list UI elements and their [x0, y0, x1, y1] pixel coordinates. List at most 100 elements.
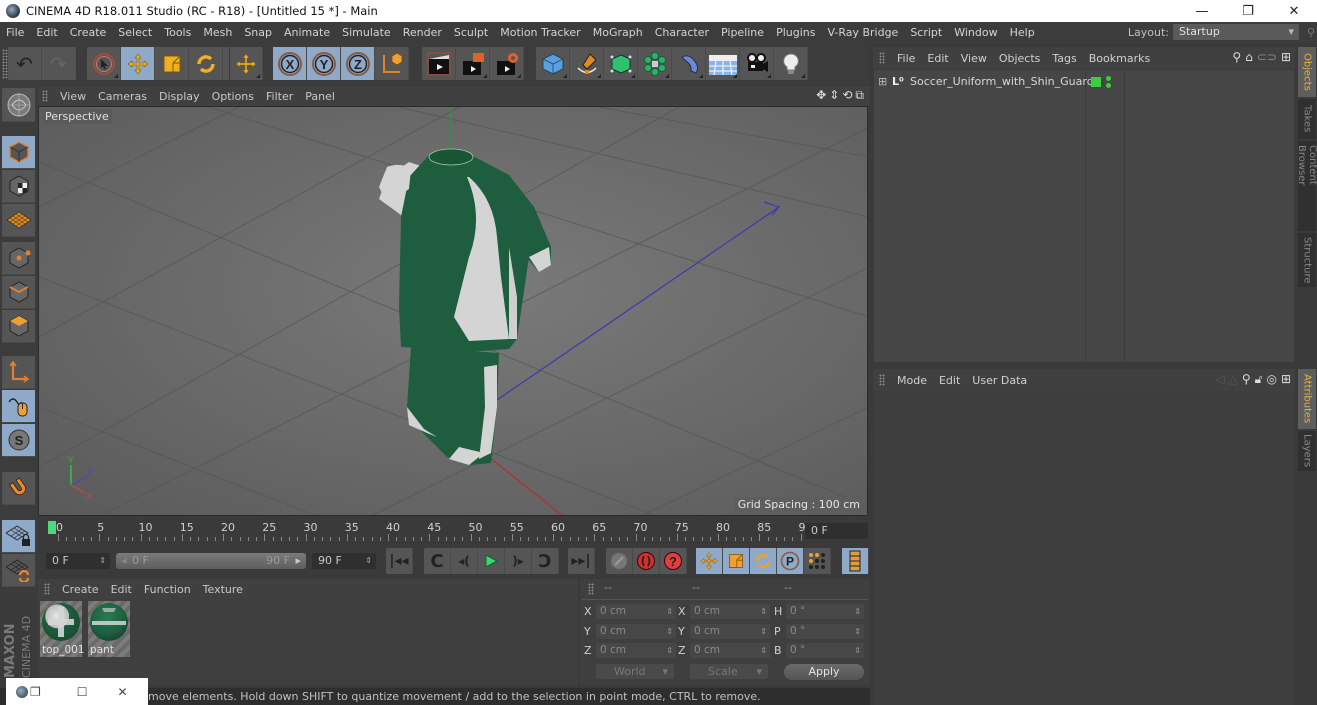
previous-frame-icon[interactable]: ◂(: [451, 548, 478, 574]
coordinate-system-icon[interactable]: [375, 47, 409, 80]
autokeying-icon[interactable]: [633, 548, 660, 574]
light-icon[interactable]: [774, 47, 808, 80]
object-menu-edit[interactable]: Edit: [921, 52, 954, 65]
record-active-objects-icon[interactable]: [606, 548, 633, 574]
menu-file[interactable]: File: [0, 26, 30, 39]
undo-icon[interactable]: ↶: [8, 47, 42, 80]
menu-tools[interactable]: Tools: [158, 26, 197, 39]
render-picture-viewer-icon[interactable]: [456, 47, 490, 80]
minimize-button[interactable]: —: [1179, 0, 1225, 22]
size-z-field[interactable]: 0 cm ⇕: [690, 643, 770, 658]
timeline-ruler[interactable]: 051015202530354045505560657075808590 0 F: [38, 517, 870, 545]
object-menu-file[interactable]: File: [891, 52, 921, 65]
make-editable-icon[interactable]: [2, 88, 35, 122]
go-to-start-icon[interactable]: |◂◂: [386, 548, 413, 574]
object-menu-objects[interactable]: Objects: [993, 52, 1047, 65]
timeline-scheme-icon[interactable]: [842, 548, 869, 574]
live-selection-icon[interactable]: [87, 47, 121, 80]
material-grip[interactable]: [44, 583, 50, 595]
model-mode-icon[interactable]: [2, 136, 35, 169]
target-icon[interactable]: ◎: [1266, 372, 1276, 387]
rotation-b-field[interactable]: 0 ° ⇕: [786, 643, 864, 658]
link-icon[interactable]: ⊂⊃: [1257, 50, 1277, 64]
viewport-menu-options[interactable]: Options: [206, 90, 260, 103]
search-icon[interactable]: ⚲: [1242, 372, 1251, 387]
tab-structure[interactable]: Structure: [1298, 233, 1316, 287]
tab-objects[interactable]: Objects: [1298, 47, 1316, 97]
attribute-menu-mode[interactable]: Mode: [891, 374, 933, 387]
preview-range-slider[interactable]: ◂ 0 F 90 F ▸: [116, 553, 306, 569]
home-icon[interactable]: ⌂: [1245, 50, 1253, 64]
redo-icon[interactable]: ↷: [42, 47, 76, 80]
3d-viewport[interactable]: Y Z X Perspective Grid Spacing : 100 cm: [38, 106, 868, 516]
y-axis-icon[interactable]: Y: [307, 47, 341, 80]
material-menu-function[interactable]: Function: [138, 583, 197, 596]
new-panel-icon[interactable]: ⊞: [1281, 50, 1291, 64]
size-mode-dropdown[interactable]: Scale: [690, 664, 768, 679]
record-position-icon[interactable]: [696, 548, 723, 574]
attribute-manager-grip[interactable]: [879, 374, 885, 386]
close-button[interactable]: ✕: [1271, 0, 1317, 22]
range-right-arrow-icon[interactable]: ▸: [295, 553, 301, 569]
menu-simulate[interactable]: Simulate: [336, 26, 397, 39]
viewport-grip[interactable]: [42, 90, 48, 102]
planar-workplane-icon[interactable]: [2, 554, 35, 587]
rotate-view-icon[interactable]: ⟲: [842, 88, 852, 103]
attribute-menu-user-data[interactable]: User Data: [966, 374, 1033, 387]
object-menu-tags[interactable]: Tags: [1046, 52, 1082, 65]
expand-icon[interactable]: ⊞: [878, 75, 890, 88]
keyframe-selection-icon[interactable]: ?: [660, 548, 687, 574]
menu-snap[interactable]: Snap: [238, 26, 278, 39]
position-y-field[interactable]: 0 cm ⇕: [596, 624, 676, 639]
apply-button[interactable]: Apply: [784, 664, 864, 680]
polygons-mode-icon[interactable]: [2, 310, 35, 343]
ruler-track[interactable]: 051015202530354045505560657075808590: [46, 521, 813, 543]
coordinates-grip[interactable]: [588, 583, 594, 595]
render-settings-icon[interactable]: [490, 47, 524, 80]
texture-mode-icon[interactable]: [2, 170, 35, 203]
coordinate-space-dropdown[interactable]: World: [596, 664, 674, 679]
rotation-h-field[interactable]: 0 ° ⇕: [786, 604, 864, 619]
size-y-field[interactable]: 0 cm ⇕: [690, 624, 770, 639]
z-axis-icon[interactable]: Z: [341, 47, 375, 80]
menu-edit[interactable]: Edit: [30, 26, 63, 39]
viewport-menu-cameras[interactable]: Cameras: [92, 90, 153, 103]
search-icon[interactable]: ⚲: [1232, 50, 1241, 64]
menu-animate[interactable]: Animate: [278, 26, 336, 39]
popup-close-icon[interactable]: ✕: [118, 685, 128, 699]
record-point-level-icon[interactable]: [804, 548, 831, 574]
object-menu-bookmarks[interactable]: Bookmarks: [1083, 52, 1156, 65]
menu-script[interactable]: Script: [904, 26, 948, 39]
previous-keyframe-icon[interactable]: C: [424, 548, 451, 574]
popup-maximize-icon[interactable]: ☐: [77, 685, 88, 699]
render-view-icon[interactable]: [422, 47, 456, 80]
viewport-menu-panel[interactable]: Panel: [299, 90, 341, 103]
size-x-field[interactable]: 0 cm ⇕: [690, 604, 770, 619]
tab-content-browser[interactable]: Content Browser: [1296, 141, 1317, 231]
current-frame-field[interactable]: 0 F: [805, 523, 868, 539]
next-keyframe-icon[interactable]: Ↄ: [532, 548, 559, 574]
menu-sculpt[interactable]: Sculpt: [448, 26, 494, 39]
workplane-lock-icon[interactable]: [2, 520, 35, 553]
layer-color-swatch[interactable]: [1091, 77, 1101, 87]
axis-mode-icon[interactable]: [2, 356, 35, 389]
position-x-field[interactable]: 0 cm ⇕: [596, 604, 676, 619]
play-forward-icon[interactable]: [478, 548, 505, 574]
cloner-icon[interactable]: [638, 47, 672, 80]
lock-icon[interactable]: 🔓︎: [1255, 372, 1263, 387]
record-scale-icon[interactable]: [723, 548, 750, 574]
pen-spline-icon[interactable]: [570, 47, 604, 80]
playhead[interactable]: [48, 521, 56, 534]
object-manager-grip[interactable]: [879, 52, 885, 64]
last-tool-icon[interactable]: [229, 47, 263, 80]
menu-plugins[interactable]: Plugins: [770, 26, 821, 39]
material-swatch[interactable]: pant: [88, 601, 130, 657]
restore-button[interactable]: ❐: [1225, 0, 1271, 22]
min-time-field[interactable]: 0 F ⇕: [46, 553, 110, 569]
range-left-arrow-icon[interactable]: ◂: [121, 553, 127, 569]
tweak-mode-icon[interactable]: [2, 390, 35, 423]
menu-render[interactable]: Render: [397, 26, 448, 39]
maximize-view-icon[interactable]: ⧉: [855, 88, 864, 103]
menu-motion-tracker[interactable]: Motion Tracker: [494, 26, 586, 39]
record-parameter-icon[interactable]: P: [777, 548, 804, 574]
